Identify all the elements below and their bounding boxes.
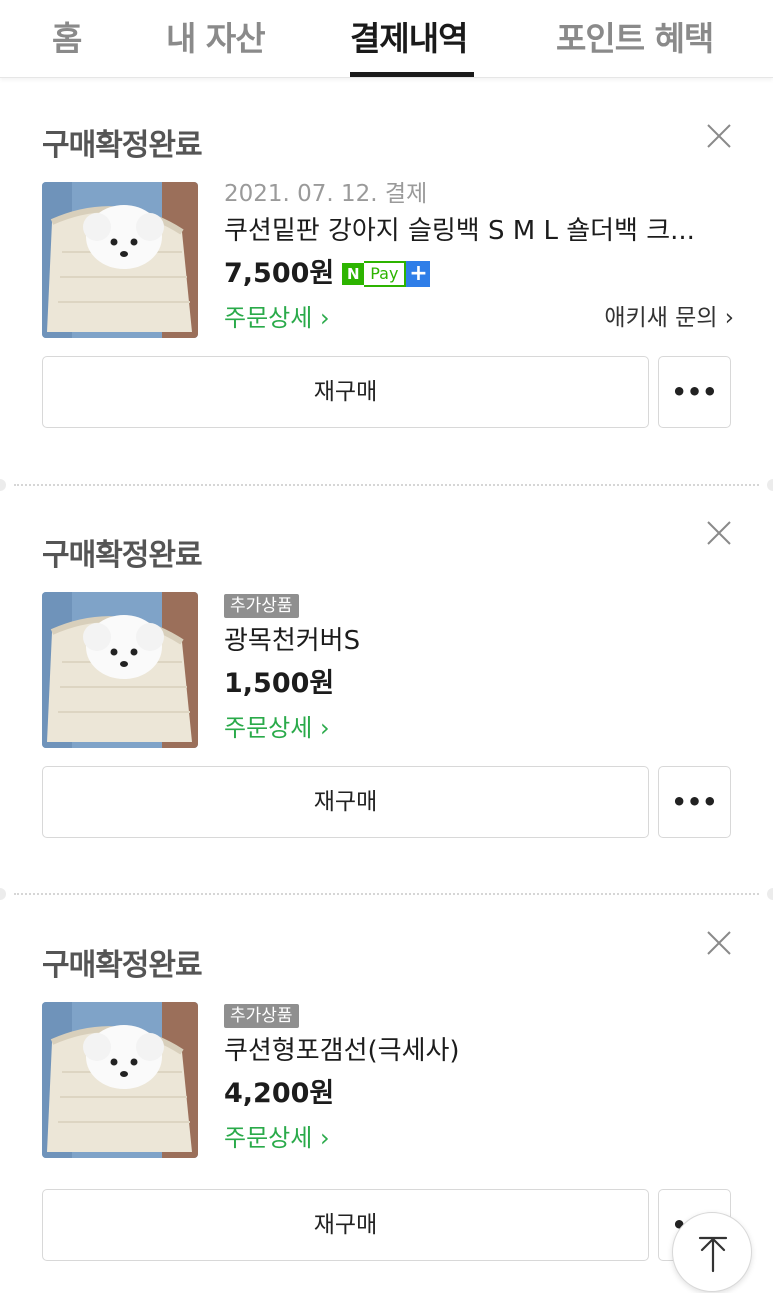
price-row: 1,500원 [224,662,734,706]
product-thumbnail[interactable] [42,592,198,748]
order-card: 구매확정완료 추가상품 광목천커버S 1,500원 주문상세 › 재구매 ••• [0,494,773,904]
add-on-badge: 추가상품 [224,594,299,618]
tab-my-assets[interactable]: 내 자산 [166,12,266,60]
rebuy-button[interactable]: 재구매 [42,766,649,838]
rebuy-button[interactable]: 재구매 [42,1189,649,1261]
product-name[interactable]: 쿠션밑판 강아지 슬링백 S M L 숄더백 크... [224,210,724,252]
tab-home[interactable]: 홈 [52,12,82,60]
order-links: 주문상세 › 애키새 문의 › [224,296,734,340]
scroll-to-top-button[interactable] [672,1212,752,1292]
product-name[interactable]: 쿠션형포갬선(극세사) [224,1030,724,1072]
price-row: 7,500원 N Pay + [224,252,734,296]
order-info: 2021. 07. 12. 결제 쿠션밑판 강아지 슬링백 S M L 숄더백 … [224,178,734,340]
close-icon[interactable] [704,121,734,151]
arrow-up-icon [698,1236,728,1273]
add-on-badge: 추가상품 [224,1004,299,1028]
product-price: 7,500원 [224,258,335,289]
order-detail-link[interactable]: 주문상세 › [224,714,330,742]
order-card: 구매확정완료 추가상품 쿠션형포갬선(극세사) 4,200원 주문상세 › 재구… [0,904,773,1293]
active-tab-indicator [350,72,474,77]
tab-point-benefits[interactable]: 포인트 혜택 [556,12,714,60]
order-status: 구매확정완료 [42,128,203,163]
close-icon[interactable] [704,928,734,958]
order-info: 추가상품 쿠션형포갬선(극세사) 4,200원 주문상세 › [224,998,734,1160]
seller-inquiry-link[interactable]: 애키새 문의 › [604,296,734,340]
npay-label: Pay [364,261,407,287]
order-status: 구매확정완료 [42,538,203,573]
naver-n-icon: N [342,263,365,285]
payment-date: 2021. 07. 12. 결제 [224,181,428,207]
order-card: 구매확정완료 2021. 07. 12. 결제 쿠션밑판 강아지 슬링백 S M… [0,84,773,494]
top-tab-bar: 홈 내 자산 결제내역 포인트 혜택 [0,0,773,78]
order-divider [0,888,773,900]
plus-icon: + [406,261,431,287]
npay-plus-badge: N Pay + [342,261,431,287]
order-links: 주문상세 › [224,706,734,750]
rebuy-button[interactable]: 재구매 [42,356,649,428]
order-links: 주문상세 › [224,1116,734,1160]
order-info: 추가상품 광목천커버S 1,500원 주문상세 › [224,588,734,750]
order-status: 구매확정완료 [42,948,203,983]
order-divider [0,479,773,491]
product-name[interactable]: 광목천커버S [224,620,724,662]
tab-payment-history[interactable]: 결제내역 [350,12,468,60]
more-options-button[interactable]: ••• [658,356,731,428]
order-detail-link[interactable]: 주문상세 › [224,304,330,332]
product-price: 4,200원 [224,1078,335,1109]
product-price: 1,500원 [224,668,335,699]
price-row: 4,200원 [224,1072,734,1116]
order-detail-link[interactable]: 주문상세 › [224,1124,330,1152]
product-thumbnail[interactable] [42,1002,198,1158]
close-icon[interactable] [704,518,734,548]
more-options-button[interactable]: ••• [658,766,731,838]
product-thumbnail[interactable] [42,182,198,338]
